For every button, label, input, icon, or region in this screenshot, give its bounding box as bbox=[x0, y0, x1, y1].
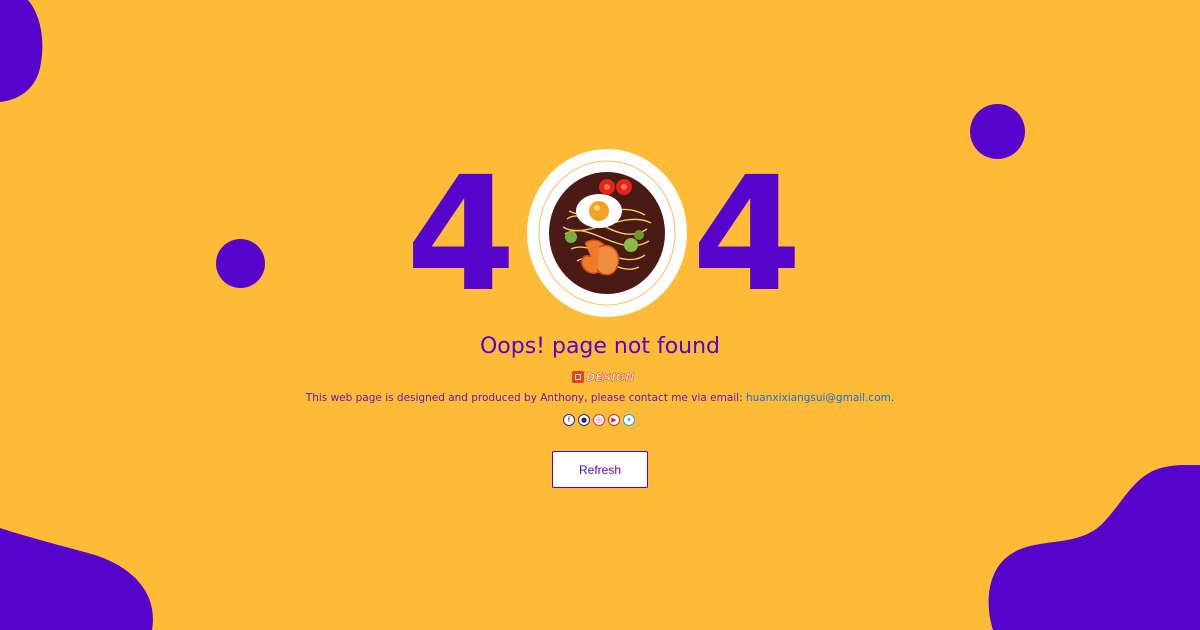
brand-mark-icon bbox=[572, 371, 584, 383]
social-links: f ● ◎ ▶ ✦ bbox=[563, 414, 635, 426]
email-link[interactable]: huanxixiangsui@gmail.com bbox=[746, 392, 891, 404]
page-title: Oops! page not found bbox=[479, 334, 721, 359]
left-decorative-dot bbox=[216, 239, 265, 288]
error-digit-left: 4 bbox=[406, 143, 516, 327]
instagram-icon[interactable]: ◎ bbox=[593, 414, 605, 426]
noodle-plate-illustration bbox=[527, 149, 687, 317]
error-digit-right: 4 bbox=[692, 143, 802, 327]
facebook-icon[interactable]: f bbox=[563, 414, 575, 426]
github-icon[interactable]: ● bbox=[578, 414, 590, 426]
bottom-right-blob bbox=[988, 465, 1200, 630]
top-left-blob bbox=[0, 0, 43, 102]
author-description: This web page is designed and produced b… bbox=[0, 392, 1200, 404]
bottom-left-blob bbox=[0, 528, 153, 630]
description-text: This web page is designed and produced b… bbox=[305, 392, 746, 404]
refresh-button[interactable]: Refresh bbox=[552, 451, 648, 488]
right-decorative-dot bbox=[970, 104, 1025, 159]
youtube-icon[interactable]: ▶ bbox=[608, 414, 620, 426]
twitter-icon[interactable]: ✦ bbox=[623, 414, 635, 426]
brand-text: DESIGN bbox=[586, 370, 635, 384]
brand-logo: DESIGN bbox=[572, 370, 635, 384]
description-trailing: . bbox=[890, 392, 895, 404]
